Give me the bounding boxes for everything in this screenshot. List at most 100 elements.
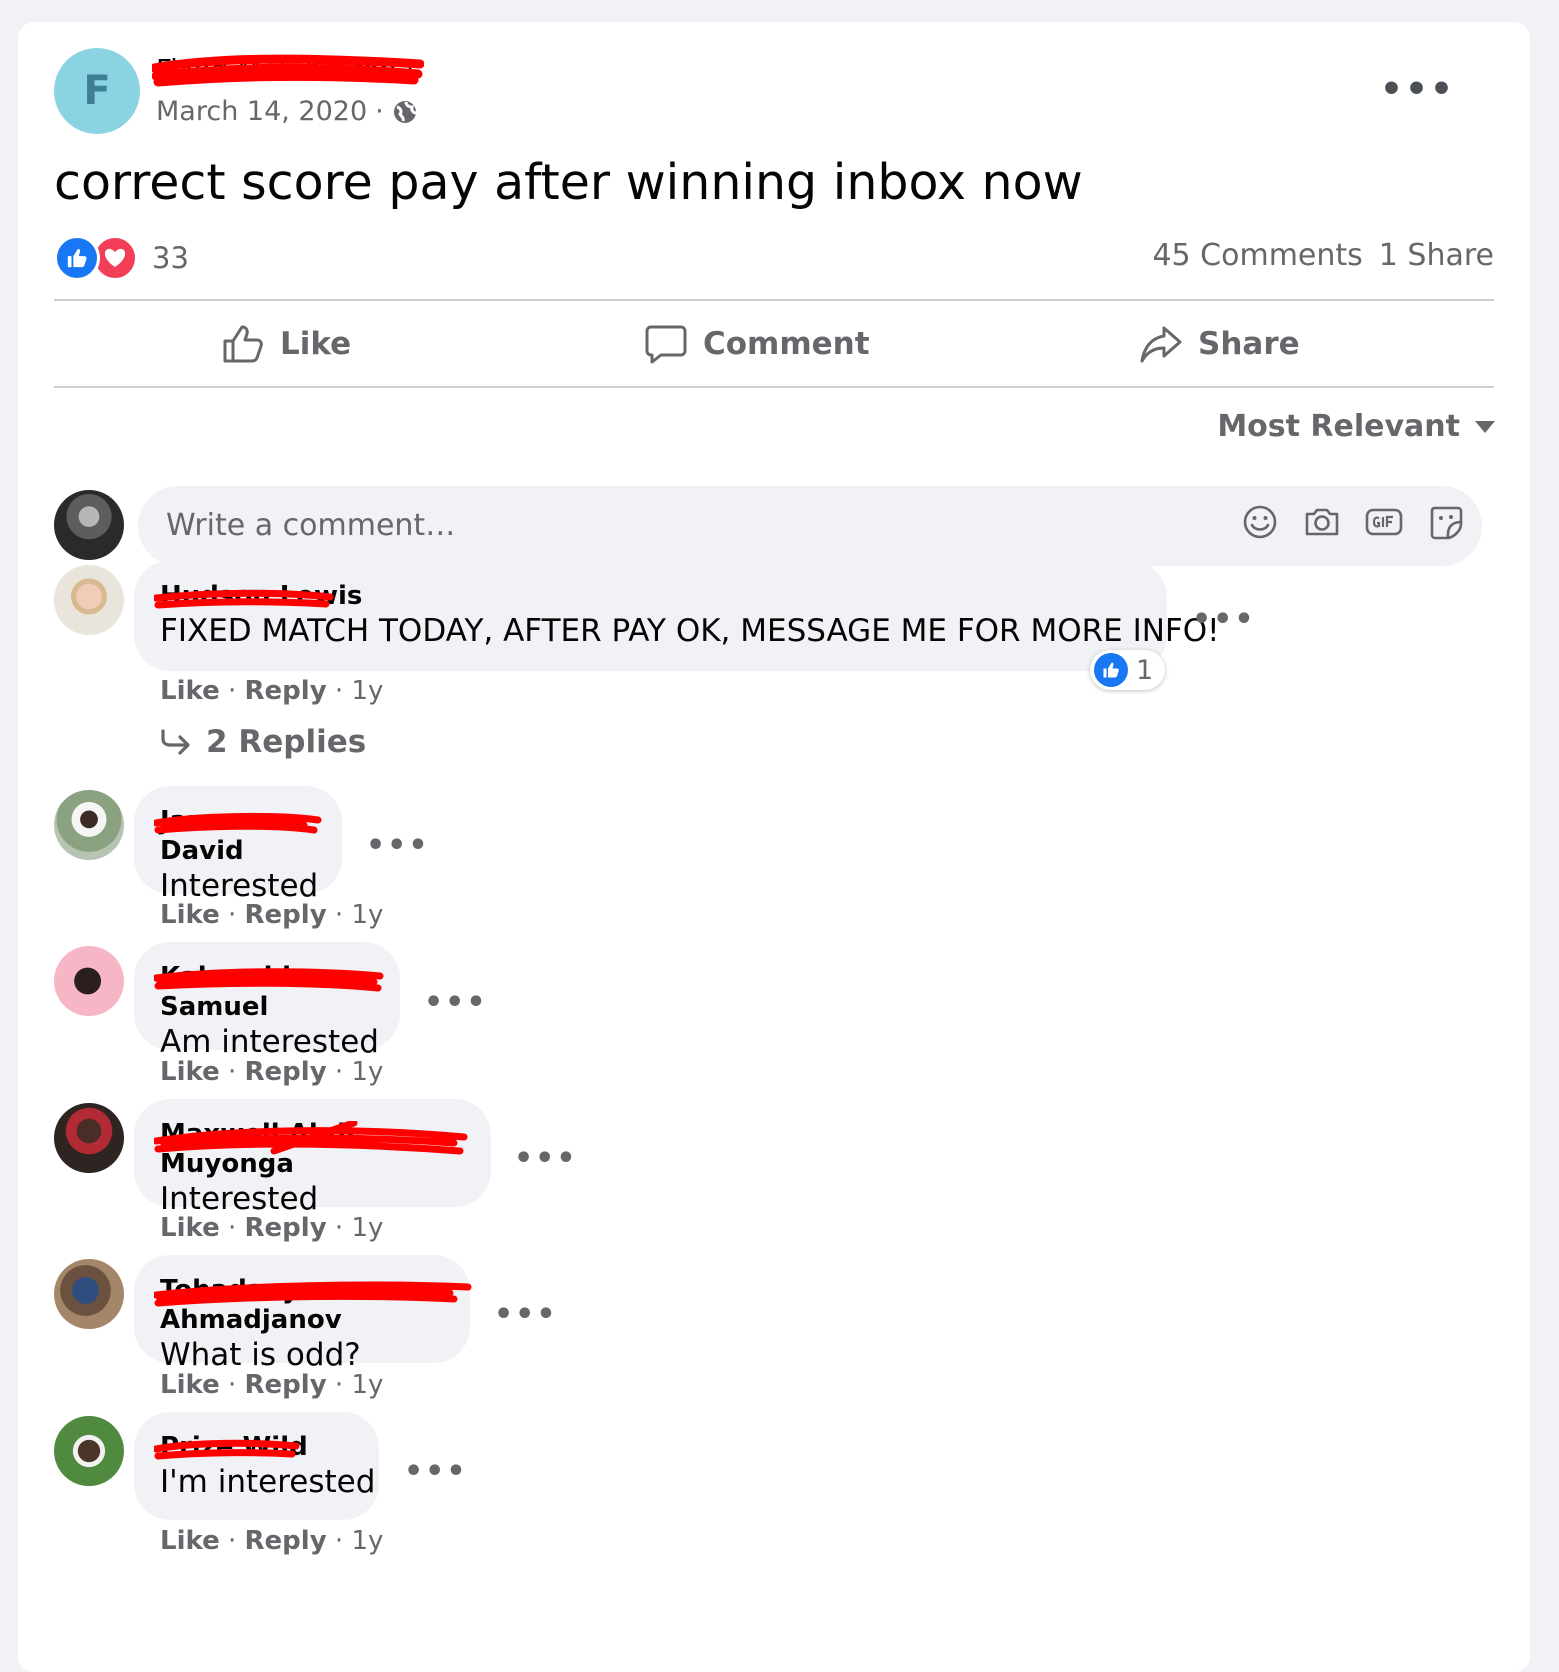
comment-reply-link[interactable]: Reply: [245, 1526, 327, 1556]
share-icon: [1140, 326, 1182, 363]
commenter-name[interactable]: Hudson Lewis: [154, 581, 362, 611]
comment-reply-link[interactable]: Reply: [245, 1213, 327, 1243]
comment-reply-link[interactable]: Reply: [245, 676, 327, 706]
comment-options-icon[interactable]: •••: [514, 1141, 578, 1176]
like-button-label: Like: [280, 326, 352, 362]
page-avatar[interactable]: F: [54, 48, 140, 134]
comment-time[interactable]: 1y: [351, 900, 383, 930]
current-user-avatar[interactable]: [54, 490, 124, 560]
sort-label: Most Relevant: [1217, 409, 1460, 444]
comment-options-icon[interactable]: •••: [494, 1297, 558, 1332]
commenter-avatar[interactable]: [54, 565, 124, 635]
composer-icons: [1240, 502, 1466, 542]
comment-input[interactable]: Write a comment…: [138, 486, 1482, 566]
commenter-name[interactable]: Maxwell Abdi Muyonga: [154, 1119, 468, 1179]
comment-reply-link[interactable]: Reply: [245, 1370, 327, 1400]
commenter-avatar[interactable]: [54, 1103, 124, 1173]
comment-bubble: Hudson Lewis FIXED MATCH TODAY, AFTER PA…: [134, 561, 1220, 671]
redaction-scribble: [154, 589, 334, 609]
comment-text: Am interested: [160, 1024, 379, 1060]
comment-options-icon[interactable]: •••: [1192, 602, 1256, 637]
post-author-name[interactable]: Fixed Match Arena: [152, 52, 424, 88]
sticker-icon[interactable]: [1426, 502, 1466, 542]
comment-time[interactable]: 1y: [351, 1213, 383, 1243]
globe-icon: [393, 100, 416, 123]
commenter-avatar[interactable]: [54, 790, 124, 860]
reactions-summary[interactable]: 33: [54, 235, 189, 281]
comments-count[interactable]: 45 Comments: [1152, 238, 1362, 273]
comment-reply-link[interactable]: Reply: [245, 900, 327, 930]
comment-bubble: Tohadaey Ahmadjanov What is odd?: [134, 1255, 472, 1373]
commenter-name[interactable]: James David: [154, 806, 322, 866]
commenter-avatar[interactable]: [54, 946, 124, 1016]
post-text: correct score pay after winning inbox no…: [54, 154, 1083, 211]
post-card: F Fixed Match Arena March 14, 2020 · •••…: [18, 22, 1530, 1672]
like-icon: [223, 325, 263, 363]
comment-actions: Like · Reply · 1y: [160, 676, 384, 706]
comment-actions: Like · Reply · 1y: [160, 1370, 384, 1400]
camera-icon[interactable]: [1302, 502, 1342, 542]
comment-sort-dropdown[interactable]: Most Relevant: [1217, 409, 1496, 444]
redaction-scribble: [154, 1281, 472, 1307]
like-button[interactable]: Like: [222, 324, 351, 364]
comment-time[interactable]: 1y: [351, 1370, 383, 1400]
like-reaction-icon: [54, 235, 100, 281]
reply-arrow-icon: [161, 729, 190, 755]
reaction-count: 33: [152, 241, 189, 275]
comment-text: What is odd?: [160, 1337, 361, 1373]
share-button[interactable]: Share: [1140, 324, 1300, 364]
divider: [54, 386, 1494, 388]
shares-count[interactable]: 1 Share: [1379, 238, 1494, 273]
comment-bubble: James David Interested: [134, 786, 342, 904]
redaction-scribble: [152, 54, 424, 87]
comment-time[interactable]: 1y: [351, 676, 383, 706]
replies-count: 2 Replies: [206, 724, 367, 760]
comment-like-link[interactable]: Like: [160, 1213, 220, 1243]
comment-text: FIXED MATCH TODAY, AFTER PAY OK, MESSAGE…: [160, 613, 1220, 649]
like-reaction-icon: [1094, 653, 1128, 687]
comment-like-link[interactable]: Like: [160, 1526, 220, 1556]
comment-icon: [645, 325, 687, 364]
commenter-name[interactable]: Tohadaey Ahmadjanov: [154, 1275, 472, 1335]
comment-input-placeholder: Write a comment…: [166, 508, 456, 543]
post-meta: March 14, 2020 ·: [156, 96, 418, 127]
comment-actions: Like · Reply · 1y: [160, 900, 384, 930]
emoji-icon[interactable]: [1240, 502, 1280, 542]
comment-reaction-badge[interactable]: 1: [1090, 650, 1166, 690]
post-date[interactable]: March 14, 2020: [156, 96, 367, 127]
commenter-name[interactable]: Kalwechi Samuel: [154, 962, 384, 1022]
commenter-avatar[interactable]: [54, 1259, 124, 1329]
comment-button-label: Comment: [703, 326, 870, 362]
comment-options-icon[interactable]: •••: [404, 1454, 468, 1489]
comment-bubble: Kalwechi Samuel Am interested: [134, 942, 400, 1060]
comment-time[interactable]: 1y: [351, 1526, 383, 1556]
redaction-scribble: [154, 1439, 300, 1460]
comment-bubble: Prize Wild I'm interested: [134, 1412, 379, 1520]
redaction-scribble: [154, 968, 384, 992]
redaction-scribble: [154, 812, 322, 834]
comment-reaction-count: 1: [1136, 654, 1154, 686]
post-options-icon[interactable]: •••: [1380, 72, 1455, 108]
comment-bubble: Maxwell Abdi Muyonga Interested: [134, 1099, 491, 1217]
caret-down-icon: [1475, 420, 1495, 433]
comment-time[interactable]: 1y: [351, 1057, 383, 1087]
gif-icon[interactable]: [1364, 502, 1404, 542]
share-button-label: Share: [1198, 326, 1300, 362]
commenter-avatar[interactable]: [54, 1416, 124, 1486]
redaction-scribble: [154, 1121, 468, 1155]
view-replies-link[interactable]: 2 Replies: [160, 724, 366, 760]
comment-options-icon[interactable]: •••: [424, 985, 488, 1020]
engagement-counts: 45 Comments 1 Share: [1152, 238, 1494, 273]
commenter-name[interactable]: Prize Wild: [154, 1432, 308, 1462]
comment-like-link[interactable]: Like: [160, 1370, 220, 1400]
comment-reply-link[interactable]: Reply: [245, 1057, 327, 1087]
comment-options-icon[interactable]: •••: [366, 828, 430, 863]
comment-like-link[interactable]: Like: [160, 900, 220, 930]
comment-like-link[interactable]: Like: [160, 676, 220, 706]
divider: [54, 299, 1494, 301]
comment-actions: Like · Reply · 1y: [160, 1057, 384, 1087]
comment-button[interactable]: Comment: [645, 324, 870, 364]
comment-actions: Like · Reply · 1y: [160, 1526, 384, 1556]
comment-like-link[interactable]: Like: [160, 1057, 220, 1087]
comment-actions: Like · Reply · 1y: [160, 1213, 384, 1243]
